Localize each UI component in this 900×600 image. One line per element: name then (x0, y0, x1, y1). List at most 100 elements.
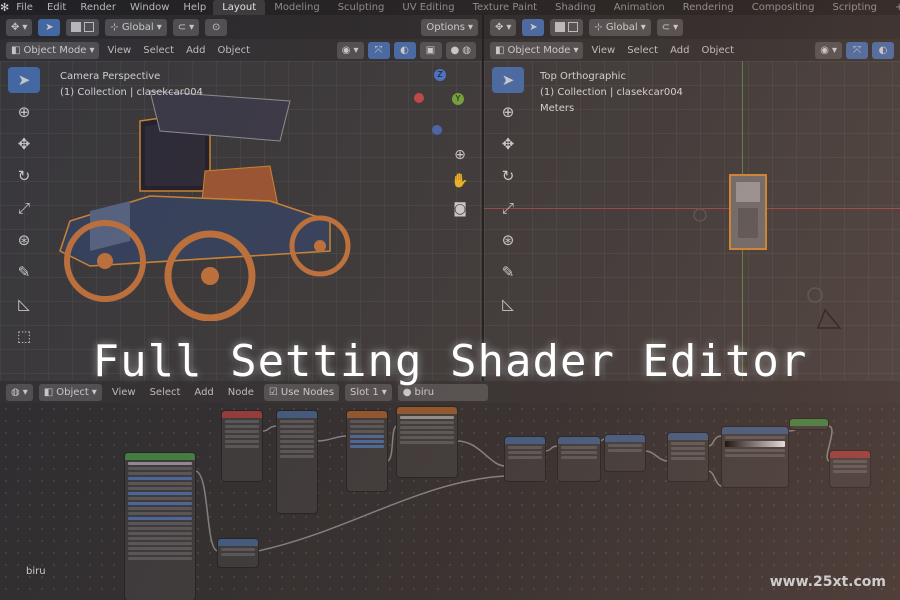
select-mode-button[interactable]: ➤ (38, 18, 61, 36)
material-name-label: biru (26, 566, 46, 577)
mapping-node[interactable] (277, 411, 317, 513)
transform-orientation-dropdown[interactable]: ⊹ Global ▾ (105, 18, 167, 36)
mix-rgb-node[interactable] (668, 433, 708, 481)
hand-pan-icon[interactable]: ✋ (450, 173, 470, 193)
menu-select[interactable]: Select (623, 45, 662, 56)
x-negative-icon[interactable] (414, 93, 424, 103)
pencil-icon: ✎ (17, 263, 31, 281)
cursor-tool[interactable]: ⊕ (492, 99, 524, 125)
select-tool[interactable]: ➤ (8, 67, 40, 93)
principled-bsdf-node[interactable] (125, 453, 195, 600)
visibility-dropdown[interactable]: ◉ ▾ (336, 41, 364, 59)
object-mode-icon: ◧ (495, 44, 505, 56)
gizmo-toggle[interactable]: ⤧ (846, 41, 868, 59)
tab-animation[interactable]: Animation (605, 0, 674, 15)
color-ramp-node[interactable] (397, 407, 457, 477)
overlay-toggle[interactable]: ◐ (393, 41, 416, 59)
menu-object[interactable]: Object (213, 45, 254, 56)
car-model[interactable] (30, 81, 370, 321)
menu-add[interactable]: Add (182, 45, 209, 56)
zoom-icon[interactable]: ⊕ (450, 147, 470, 167)
annotate-tool[interactable]: ✎ (8, 259, 40, 285)
tab-scripting[interactable]: Scripting (823, 0, 885, 15)
shading-mode-group[interactable]: ● ◍ (445, 41, 476, 59)
overlay-icon: ◐ (878, 44, 888, 56)
move-tool[interactable]: ✥ (8, 131, 40, 157)
menu-view[interactable]: View (587, 45, 619, 56)
menu-render[interactable]: Render (73, 2, 123, 13)
object-mode-icon: ◧ (11, 44, 21, 56)
viewport-header: ✥ ▾ ➤ ⊹ Global ▾ ⊂ ▾ ⊙ Options ▾ (0, 15, 482, 39)
add-workspace-button[interactable]: + (886, 0, 900, 15)
camera-viewport[interactable]: ✥ ▾ ➤ ⊹ Global ▾ ⊂ ▾ ⊙ Options ▾ ◧ Object Mode… (0, 15, 482, 381)
menu-help[interactable]: Help (176, 2, 213, 13)
z-axis-icon[interactable]: Z (434, 69, 446, 81)
view-units: Meters (540, 103, 575, 114)
color-ramp-node[interactable] (722, 427, 788, 487)
measure-tool[interactable]: ◺ (492, 291, 524, 317)
overlay-toggle[interactable]: ◐ (872, 41, 894, 59)
transform-tool[interactable]: ⊛ (492, 227, 524, 253)
blender-logo-icon[interactable]: ✻ (0, 1, 9, 14)
menu-edit[interactable]: Edit (40, 2, 73, 13)
selection-mode-group[interactable] (550, 18, 584, 36)
material-output-node[interactable] (830, 451, 870, 487)
gizmo-icon: ⤧ (374, 44, 383, 56)
xray-toggle[interactable]: ▣ (419, 41, 442, 59)
menu-add[interactable]: Add (666, 45, 693, 56)
shader-editor[interactable]: ◍ ▾ ◧ Object ▾ View Select Add Node ☑ Use No… (0, 381, 900, 600)
camera-view-icon[interactable]: ◙ (450, 201, 470, 221)
tab-modeling[interactable]: Modeling (265, 0, 329, 15)
transform-orientation-dropdown[interactable]: ⊹ Global ▾ (589, 18, 651, 36)
tab-layout[interactable]: Layout (213, 0, 266, 15)
mode-dropdown[interactable]: ◧ Object Mode ▾ (6, 41, 100, 59)
snap-toggle[interactable]: ⊂ ▾ (172, 18, 200, 36)
editor-type-button[interactable]: ✥ ▾ (490, 18, 517, 36)
transform-tool[interactable]: ⊛ (8, 227, 40, 253)
cursor-tool[interactable]: ⊕ (8, 99, 40, 125)
selection-mode-group[interactable] (66, 18, 100, 36)
select-mode-button[interactable]: ➤ (522, 18, 545, 36)
menu-window[interactable]: Window (123, 2, 176, 13)
bump-node[interactable] (218, 539, 258, 567)
xray-icon: ▣ (425, 44, 436, 56)
tab-texture-paint[interactable]: Texture Paint (464, 0, 547, 15)
tab-compositing[interactable]: Compositing (743, 0, 824, 15)
shading-solid-icon: ● (450, 44, 460, 56)
mix-node[interactable] (558, 437, 600, 481)
invert-node[interactable] (605, 435, 645, 471)
tab-rendering[interactable]: Rendering (674, 0, 743, 15)
move-tool[interactable]: ✥ (492, 131, 524, 157)
scale-tool[interactable]: ⤢ (492, 195, 524, 221)
menu-file[interactable]: File (9, 2, 40, 13)
scale-tool[interactable]: ⤢ (8, 195, 40, 221)
measure-tool[interactable]: ◺ (8, 291, 40, 317)
options-dropdown[interactable]: Options ▾ (421, 18, 478, 36)
tab-uv-editing[interactable]: UV Editing (393, 0, 463, 15)
car-top-view[interactable] (690, 150, 850, 330)
rotate-tool[interactable]: ↻ (492, 163, 524, 189)
texture-coordinate-node[interactable] (222, 411, 262, 481)
overlay-title: Full Setting Shader Editor (92, 336, 808, 387)
menu-view[interactable]: View (103, 45, 135, 56)
select-tool[interactable]: ➤ (492, 67, 524, 93)
editor-type-button[interactable]: ✥ ▾ (6, 18, 33, 36)
image-texture-node[interactable] (347, 411, 387, 491)
mix-node[interactable] (505, 437, 545, 481)
tab-shading[interactable]: Shading (546, 0, 605, 15)
cursor-icon: ➤ (529, 21, 538, 33)
shader-output-node[interactable] (790, 419, 828, 429)
z-negative-icon[interactable] (432, 125, 442, 135)
gizmo-toggle[interactable]: ⤧ (367, 41, 390, 59)
node-header (218, 539, 258, 546)
snap-toggle[interactable]: ⊂ ▾ (656, 18, 684, 36)
rotate-tool[interactable]: ↻ (8, 163, 40, 189)
y-axis-icon[interactable]: Y (452, 93, 464, 105)
annotate-tool[interactable]: ✎ (492, 259, 524, 285)
mode-dropdown[interactable]: ◧ Object Mode ▾ (490, 41, 584, 59)
menu-select[interactable]: Select (139, 45, 178, 56)
tab-sculpting[interactable]: Sculpting (329, 0, 394, 15)
visibility-dropdown[interactable]: ◉ ▾ (815, 41, 842, 59)
proportional-edit-button[interactable]: ⊙ (205, 18, 228, 36)
menu-object[interactable]: Object (697, 45, 738, 56)
